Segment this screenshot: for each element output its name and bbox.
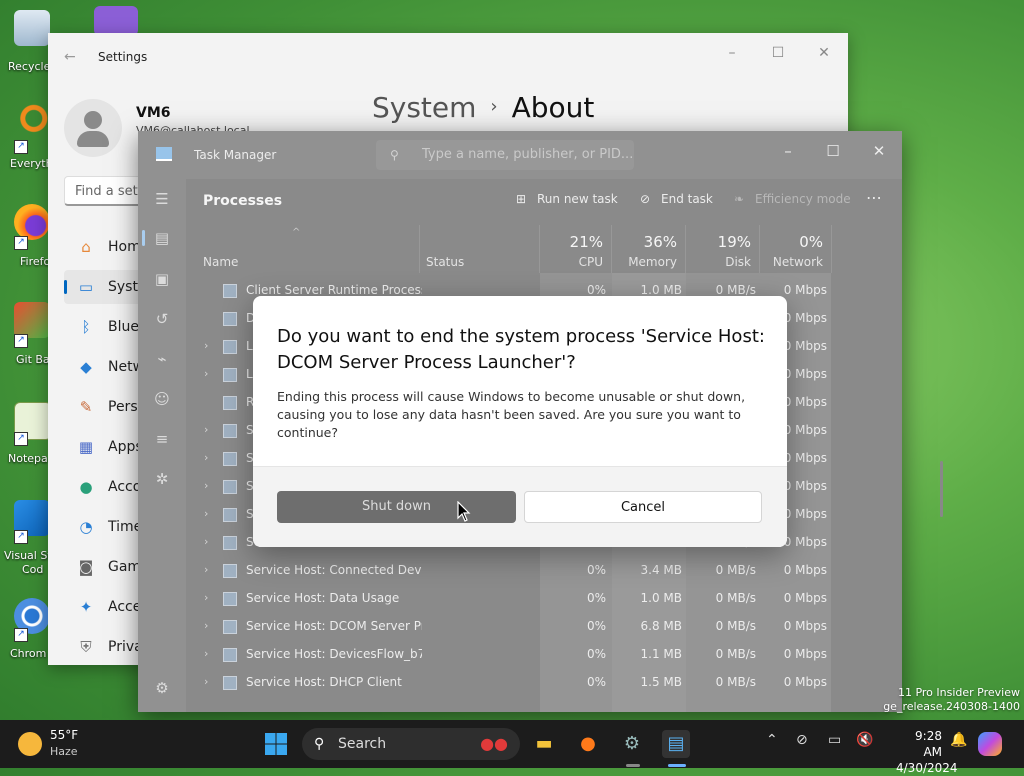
home-icon: ⌂ (81, 238, 91, 256)
desktop-icon-label: Visual St (4, 549, 52, 562)
start-windows-icon[interactable] (262, 730, 290, 758)
desktop-icon-label: Notepa (8, 452, 48, 465)
gamepad-icon: ◙ (78, 558, 94, 576)
system-clock[interactable]: 9:28 AM 4/30/2024 (896, 728, 958, 776)
task-manager-icon[interactable]: ▤ (662, 730, 690, 758)
firefox-icon (14, 204, 50, 240)
minimize-icon[interactable]: – (716, 41, 748, 65)
git-bash-icon (14, 302, 50, 338)
bluetooth-icon: ᛒ (81, 318, 91, 336)
settings-active-indicator (626, 764, 640, 767)
settings-titlebar[interactable]: ← Settings – ☐ ✕ (48, 33, 848, 81)
system-icon: ▭ (78, 278, 94, 296)
windows-logo-icon (265, 733, 287, 755)
desktop-icon-label: Cod (22, 563, 44, 576)
close-icon[interactable]: ✕ (808, 41, 840, 65)
copilot-icon[interactable] (978, 732, 1002, 756)
strawberry-icon: ●● (480, 734, 508, 753)
speaker-muted-icon[interactable]: 🔇 (856, 732, 873, 748)
everything-search-icon (14, 104, 50, 140)
back-arrow-icon[interactable]: ← (64, 49, 76, 65)
breadcrumb-current: About (511, 91, 595, 124)
search-icon: ⚲ (314, 736, 325, 752)
file-explorer-icon[interactable]: ▬ (530, 730, 558, 758)
shortcut-arrow-icon: ↗ (14, 334, 28, 348)
firefox-icon[interactable]: ● (574, 730, 602, 758)
scrollbar-thumb[interactable] (940, 461, 943, 517)
visual-studio-icon (94, 6, 138, 36)
os-build-watermark: 11 Pro Insider Preview ge_release.240308… (883, 686, 1020, 713)
maximize-icon[interactable]: ☐ (762, 41, 794, 65)
task-manager-active-indicator (668, 764, 686, 767)
avatar[interactable] (64, 99, 122, 157)
weather-haze-icon[interactable] (18, 732, 42, 756)
settings-title: Settings (98, 50, 148, 64)
taskbar: 55°F Haze ⚲ Search ●● ▬ ● ⚙ ▤ ⌃ ⊘ ▭ 🔇 9:… (0, 720, 1024, 775)
dialog-description: Ending this process will cause Windows t… (277, 389, 746, 440)
desktop-icon-visual-studio[interactable] (90, 6, 148, 36)
notification-bell-icon[interactable]: 🔔 (950, 732, 967, 748)
globe-clock-icon: ◔ (79, 518, 93, 536)
desktop-icon-label: Chrom (10, 647, 47, 660)
person-icon: ● (79, 478, 93, 496)
accessibility-icon: ✦ (79, 598, 93, 616)
shortcut-arrow-icon: ↗ (14, 628, 28, 642)
desktop-icon-label: Recycle (8, 60, 51, 73)
shield-icon: ⛨ (80, 638, 92, 656)
shortcut-arrow-icon: ↗ (14, 432, 28, 446)
desktop-icon-label: Git Ba (16, 353, 50, 366)
display-icon[interactable]: ▭ (828, 732, 841, 748)
wifi-icon: ◆ (80, 358, 92, 376)
breadcrumb-parent[interactable]: System (372, 91, 476, 124)
network-disconnected-icon[interactable]: ⊘ (796, 732, 808, 748)
apps-icon: ▦ (78, 438, 94, 456)
mouse-cursor-icon (457, 501, 471, 522)
taskbar-search-box[interactable]: ⚲ Search ●● (302, 728, 520, 760)
chevron-right-icon: › (490, 96, 498, 117)
dialog-question: Do you want to end the system process 'S… (277, 326, 765, 373)
dialog-footer: Shut down Cancel (253, 466, 787, 547)
desktop-icon-label: Everyth (10, 157, 53, 170)
shortcut-arrow-icon: ↗ (14, 236, 28, 250)
page-title: System › About (372, 91, 594, 124)
weather-temperature[interactable]: 55°F (50, 728, 78, 742)
desktop-icon-label: Firefo (20, 255, 51, 268)
shortcut-arrow-icon: ↗ (14, 530, 28, 544)
brush-icon: ✎ (79, 398, 93, 416)
user-name: VM6 (136, 105, 171, 121)
weather-condition[interactable]: Haze (50, 745, 78, 758)
shortcut-arrow-icon: ↗ (14, 140, 28, 154)
cancel-button[interactable]: Cancel (524, 491, 762, 523)
recycle-bin-icon (14, 10, 50, 46)
shut-down-button[interactable]: Shut down (277, 491, 516, 523)
settings-gear-icon[interactable]: ⚙ (618, 730, 646, 758)
chevron-up-icon[interactable]: ⌃ (766, 732, 778, 748)
end-process-dialog: Do you want to end the system process 'S… (253, 296, 787, 547)
